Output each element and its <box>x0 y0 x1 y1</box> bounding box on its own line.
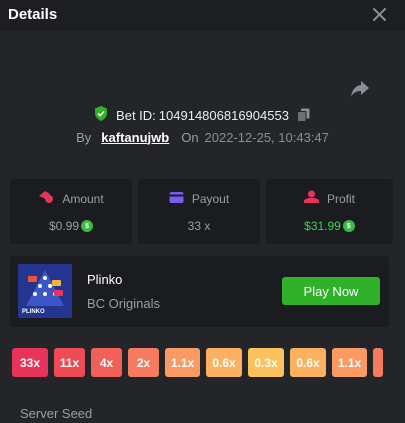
copy-icon[interactable] <box>296 108 311 122</box>
game-name: Plinko <box>87 272 123 287</box>
modal-title: Details <box>8 6 58 23</box>
amount-card: Amount $0.99 $ <box>10 179 132 244</box>
coin-icon: $ <box>81 220 94 232</box>
multiplier-chip: 1.1x <box>165 348 200 377</box>
multiplier-chip: 11x <box>54 348 85 377</box>
amount-icon <box>38 190 54 207</box>
modal-header: Details <box>0 0 405 31</box>
bet-id-label: Bet ID: <box>116 107 156 123</box>
payout-card: Payout 33 x <box>138 179 260 244</box>
amount-label: Amount <box>62 191 104 206</box>
multiplier-chip: 4x <box>91 348 122 377</box>
by-label: By <box>76 129 92 145</box>
bet-id-row: Bet ID: 104914806816904553 <box>0 106 405 124</box>
shield-check-icon <box>94 106 108 124</box>
bet-meta-row: By kaftanujwb On 2022-12-25, 10:43:47 <box>0 128 405 146</box>
game-thumbnail[interactable]: PLINKO <box>18 264 72 318</box>
bet-datetime: 2022-12-25, 10:43:47 <box>204 129 329 145</box>
multiplier-chip: 0.6x <box>290 348 326 377</box>
multiplier-chip: 33x <box>12 348 48 377</box>
bet-stats: Amount $0.99 $ Payout 33 x Profit $31.99… <box>10 179 393 244</box>
multiplier-chip: 1.1x <box>332 348 367 377</box>
thumbnail-label: PLINKO <box>22 309 45 315</box>
amount-value: $0.99 <box>48 219 80 233</box>
username-link[interactable]: kaftanujwb <box>101 130 169 145</box>
on-label: On <box>181 129 199 145</box>
multiplier-chip: 0.3x <box>248 348 284 377</box>
close-icon[interactable] <box>369 4 389 24</box>
coin-icon: $ <box>342 220 355 232</box>
profit-value: $31.99 <box>304 219 341 233</box>
payout-label: Payout <box>191 191 230 206</box>
share-icon[interactable] <box>349 79 371 99</box>
game-provider: BC Originals <box>87 296 160 311</box>
game-card: PLINKO Plinko BC Originals Play Now <box>10 256 389 327</box>
wallet-icon <box>169 191 184 207</box>
play-now-button[interactable]: Play Now <box>282 277 380 305</box>
profit-icon <box>303 190 319 207</box>
multiplier-chip <box>373 348 383 377</box>
profit-card: Profit $31.99 $ <box>266 179 393 244</box>
server-seed-label: Server Seed <box>20 406 93 421</box>
profit-label: Profit <box>326 191 355 206</box>
multiplier-row: 33x 11x 4x 2x 1.1x 0.6x 0.3x 0.6x 1.1x <box>12 348 393 377</box>
bet-id-value: 104914806816904553 <box>158 107 289 123</box>
multiplier-chip: 0.6x <box>206 348 242 377</box>
payout-value: 33 x <box>187 218 211 233</box>
multiplier-chip: 2x <box>128 348 159 377</box>
